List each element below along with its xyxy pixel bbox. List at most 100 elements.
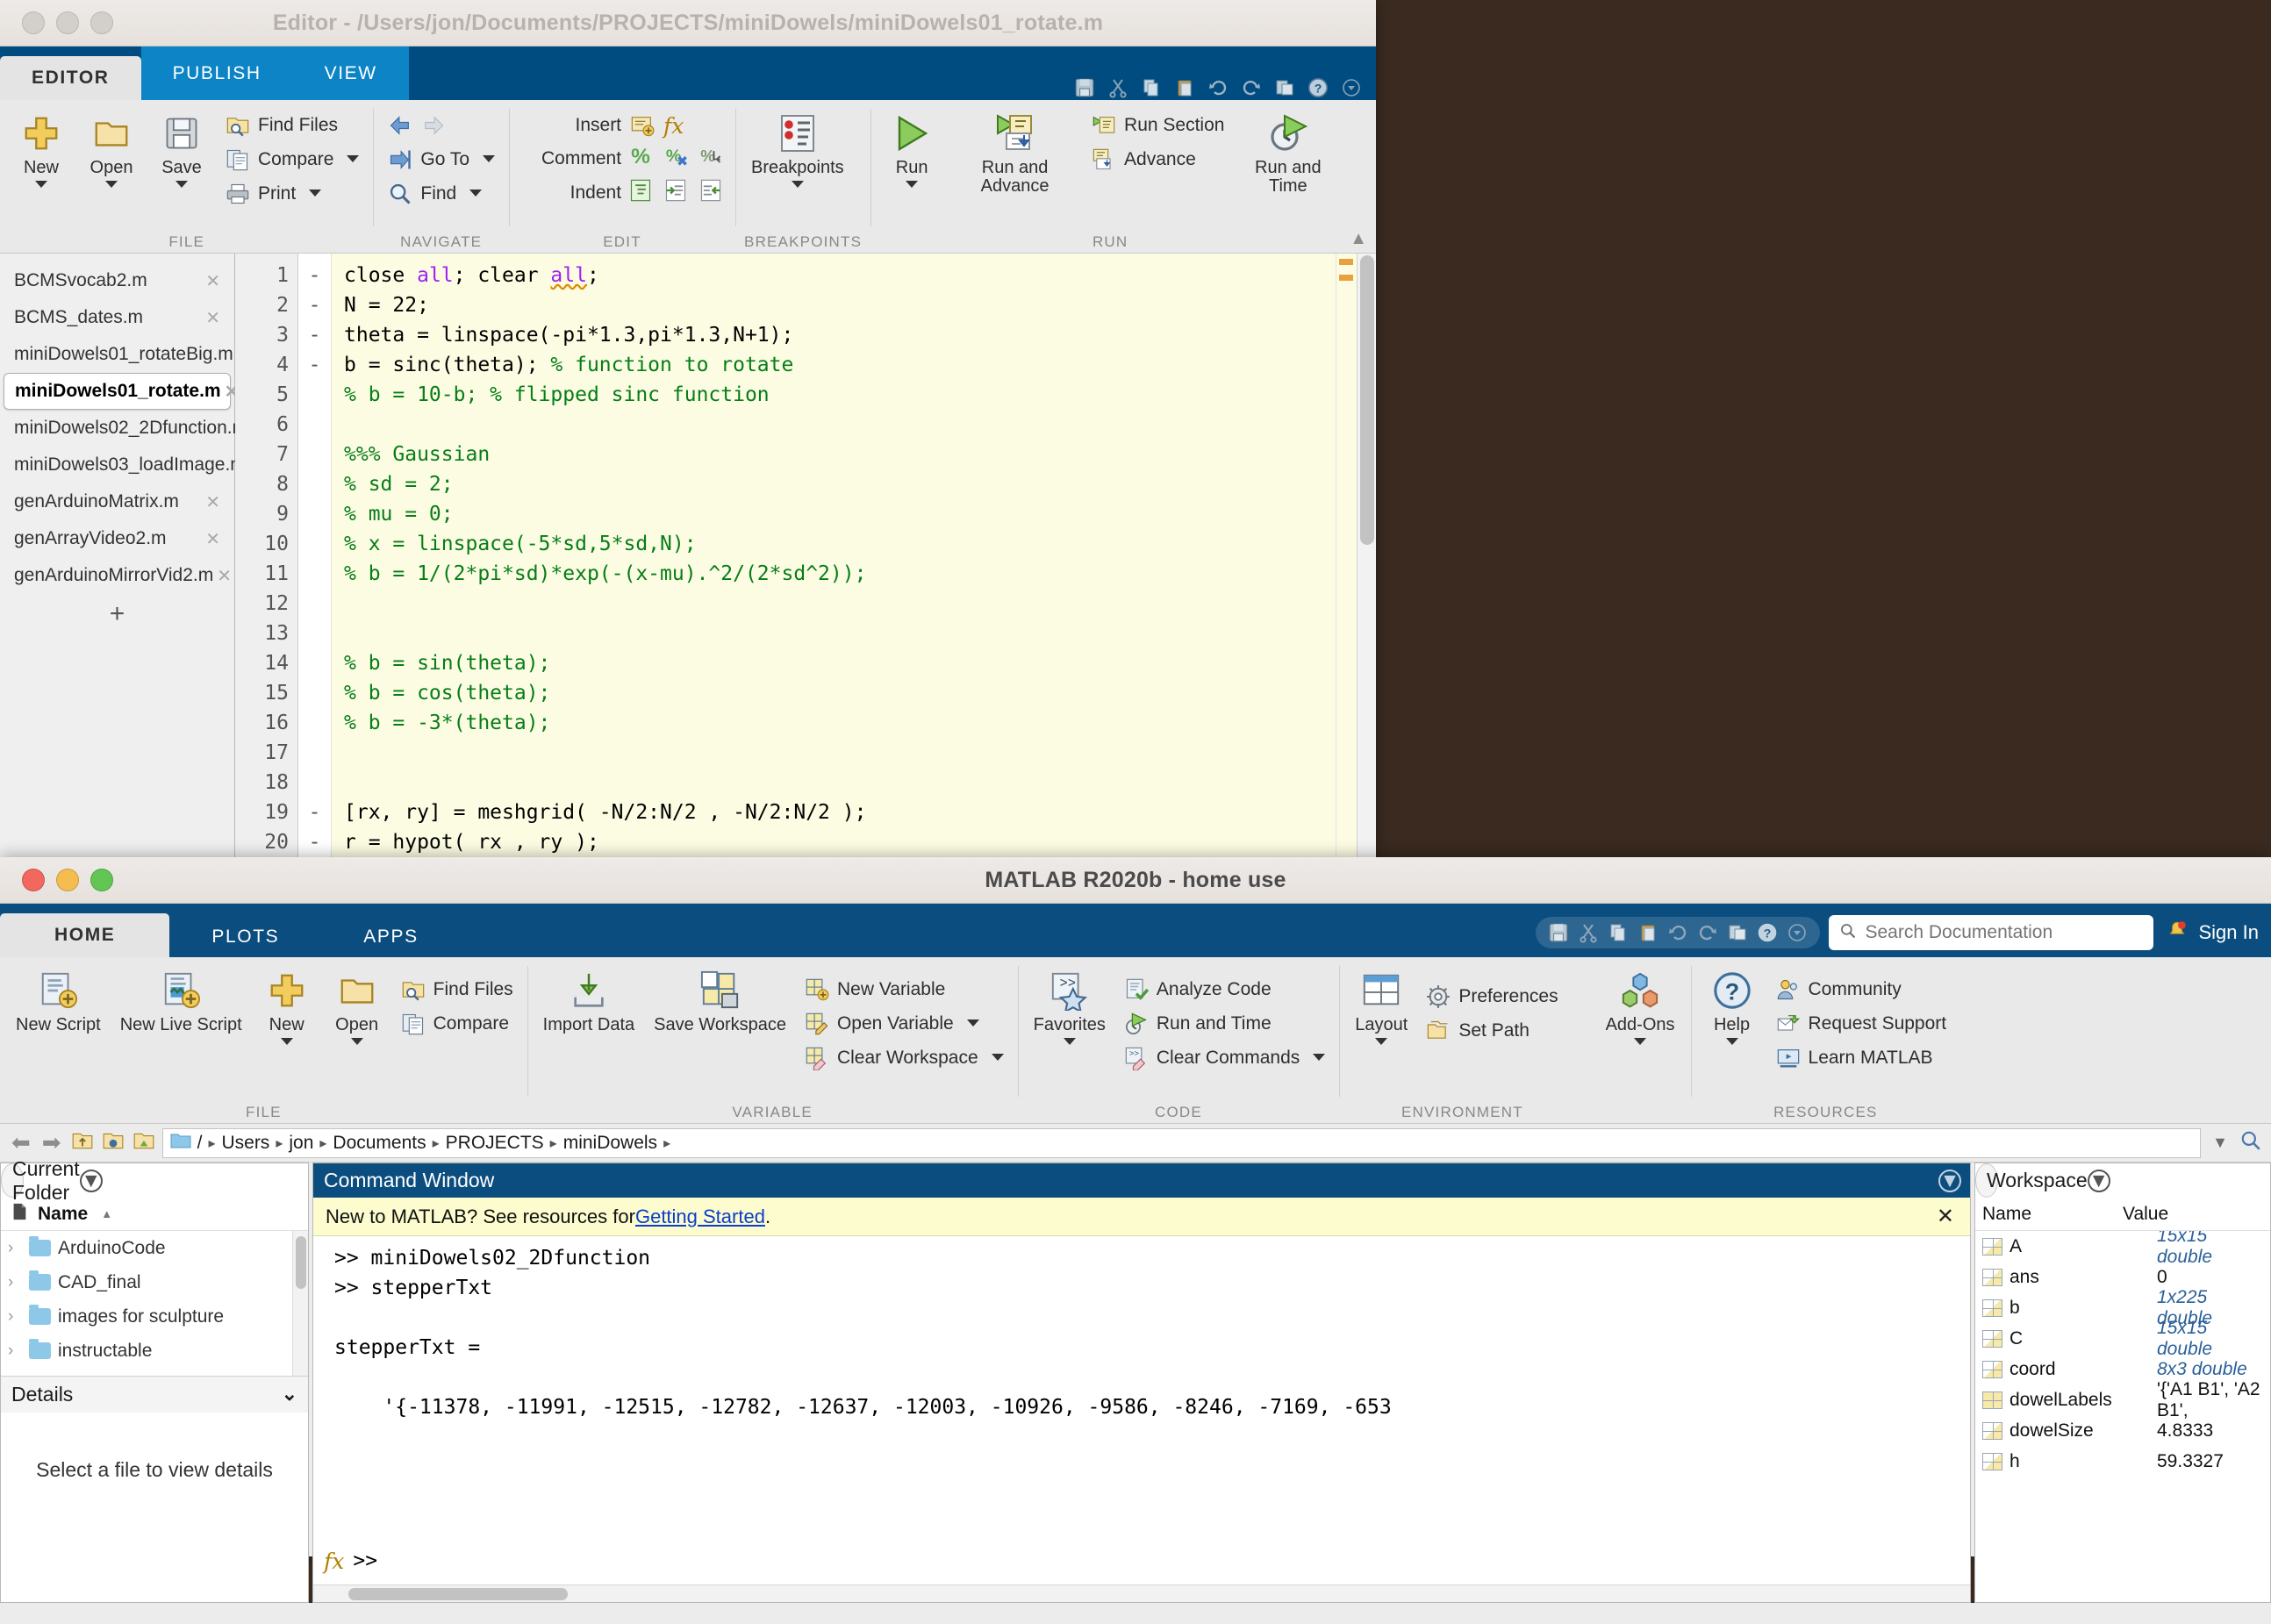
folder-tree-item[interactable]: ›images for sculpture — [1, 1299, 308, 1334]
save-workspace-button[interactable]: Save Workspace — [647, 964, 793, 1034]
chevron-down-icon[interactable] — [1313, 1054, 1325, 1061]
find-files-button[interactable]: Find Files — [219, 111, 364, 140]
details-header[interactable]: Details ⌄ — [1, 1376, 308, 1413]
back-arrow-icon[interactable]: ⬅ — [9, 1129, 33, 1156]
breadcrumb-segment[interactable]: PROJECTS — [446, 1133, 544, 1154]
current-folder-column-header[interactable]: Name ▲ — [1, 1198, 308, 1231]
code-vertical-scrollbar[interactable] — [1357, 254, 1376, 876]
panel-options-icon[interactable]: ▼ — [80, 1170, 103, 1192]
file-tab-genarduinomatrix-m[interactable]: genArduinoMatrix.m✕ — [0, 483, 234, 520]
close-icon[interactable]: ✕ — [213, 565, 235, 587]
tab-editor[interactable]: EDITOR — [0, 56, 141, 100]
breakpoint-marker[interactable] — [298, 738, 331, 768]
code-text-area[interactable]: close all; clear all;N = 22;theta = lins… — [332, 254, 1376, 876]
command-window-horizontal-scrollbar[interactable] — [313, 1585, 1970, 1602]
chevron-down-icon[interactable] — [347, 155, 359, 162]
close-icon[interactable]: ✕ — [202, 491, 224, 513]
search-documentation-field[interactable] — [1829, 915, 2153, 950]
run-and-advance-button[interactable]: Run and Advance — [949, 107, 1080, 196]
code-pane[interactable]: 1234567891011121314151617181920 ------ c… — [235, 254, 1376, 876]
close-icon[interactable]: ✕ — [202, 528, 224, 550]
tab-apps[interactable]: APPS — [321, 917, 460, 957]
fx-function-icon[interactable]: fx — [324, 1549, 344, 1574]
command-window-output[interactable]: >> miniDowels02_2Dfunction>> stepperTxt … — [313, 1236, 1970, 1602]
paste-icon[interactable] — [1172, 75, 1197, 100]
chevron-down-icon[interactable] — [1064, 1038, 1076, 1045]
tab-view[interactable]: VIEW — [293, 47, 409, 100]
chevron-right-icon[interactable]: › — [8, 1307, 22, 1327]
column-header-name[interactable]: Name — [38, 1204, 88, 1225]
breakpoint-marker[interactable] — [298, 708, 331, 738]
help-icon[interactable]: ? — [1306, 75, 1330, 100]
indent-left-icon[interactable] — [698, 178, 727, 207]
chevron-down-icon[interactable] — [967, 1019, 979, 1027]
breakpoint-marker[interactable] — [298, 648, 331, 678]
chevron-down-icon[interactable] — [1726, 1038, 1738, 1045]
breadcrumb-segment[interactable]: Documents — [333, 1133, 426, 1154]
save-icon[interactable] — [1072, 75, 1097, 100]
run-and-time-button[interactable]: Run and Time — [1118, 1009, 1330, 1039]
workspace-variable-row[interactable]: h59.3327 — [1975, 1446, 2270, 1477]
workspace-variable-row[interactable]: dowelLabels'{'A1 B1', 'A2 B1', — [1975, 1384, 2270, 1415]
comment-percent-icon[interactable]: % — [628, 144, 656, 173]
chevron-down-icon[interactable] — [35, 181, 47, 188]
indent-right-icon[interactable] — [663, 178, 691, 207]
chevron-down-icon[interactable] — [483, 155, 495, 162]
new-window-icon[interactable] — [1725, 920, 1750, 945]
chevron-down-icon[interactable] — [906, 181, 918, 188]
run-button[interactable]: Run — [879, 107, 944, 188]
breakpoint-marker[interactable] — [298, 469, 331, 499]
workspace-variable-list[interactable]: A15x15 doubleans0b1x225 doubleC15x15 dou… — [1975, 1231, 2270, 1602]
preferences-button[interactable]: Preferences — [1420, 982, 1563, 1012]
forward-arrow-icon[interactable]: ➡ — [39, 1129, 64, 1156]
advance-button[interactable]: Advance — [1085, 145, 1229, 175]
chevron-right-icon[interactable]: › — [8, 1341, 22, 1361]
chevron-right-icon[interactable]: › — [8, 1239, 22, 1258]
print-button[interactable]: Print — [219, 179, 364, 209]
close-icon[interactable]: ✕ — [202, 307, 224, 329]
save-button[interactable]: Save — [149, 107, 214, 188]
breakpoint-marker[interactable]: - — [298, 350, 331, 380]
chevron-down-icon[interactable] — [351, 1038, 363, 1045]
breakpoint-marker[interactable] — [298, 529, 331, 559]
breakpoint-marker[interactable] — [298, 678, 331, 708]
tab-home[interactable]: HOME — [0, 913, 169, 957]
browse-folder-icon[interactable] — [101, 1129, 125, 1156]
close-icon[interactable]: ✕ — [1933, 1204, 1958, 1229]
getting-started-link[interactable]: Getting Started — [635, 1205, 765, 1228]
chevron-right-icon[interactable]: › — [8, 1273, 22, 1292]
new-window-icon[interactable] — [1272, 75, 1297, 100]
compare-button[interactable]: Compare — [219, 145, 364, 175]
file-tab-minidowels01-rotatebig-m[interactable]: miniDowels01_rotateBig.m✕ — [0, 336, 234, 373]
add-file-tab-button[interactable]: + — [0, 594, 234, 629]
workspace-variable-row[interactable]: A15x15 double — [1975, 1231, 2270, 1262]
breakpoint-marker[interactable] — [298, 619, 331, 648]
breakpoint-marker[interactable] — [298, 410, 331, 440]
breakpoint-marker[interactable] — [298, 440, 331, 469]
compare-button[interactable]: Compare — [395, 1009, 519, 1039]
fx-function-icon[interactable]: fx — [663, 113, 693, 139]
breakpoint-marker[interactable] — [298, 380, 331, 410]
column-header-name[interactable]: Name — [1982, 1204, 2123, 1225]
breakpoint-marker[interactable]: - — [298, 290, 331, 320]
file-tab-minidowels02-2dfunction-m[interactable]: miniDowels02_2Dfunction.m✕ — [0, 410, 234, 447]
clear-commands-button[interactable]: >> Clear Commands — [1118, 1043, 1330, 1073]
find-button[interactable]: Find — [382, 179, 500, 209]
new-script-button[interactable]: New Script — [9, 964, 108, 1034]
panel-options-icon[interactable]: ▼ — [2088, 1170, 2110, 1192]
file-tab-minidowels03-loadimage-m[interactable]: miniDowels03_loadImage.m✕ — [0, 447, 234, 483]
copy-icon[interactable] — [1606, 920, 1630, 945]
analyze-code-button[interactable]: Analyze Code — [1118, 975, 1330, 1005]
panel-options-icon[interactable]: ▼ — [1938, 1170, 1961, 1192]
search-input[interactable] — [1864, 921, 2143, 944]
run-section-button[interactable]: Run Section — [1085, 111, 1229, 140]
workspace-column-header[interactable]: Name Value — [1975, 1198, 2270, 1231]
breakpoint-marker[interactable] — [298, 499, 331, 529]
search-icon[interactable] — [2239, 1129, 2262, 1156]
breadcrumb-root[interactable]: / — [197, 1133, 203, 1154]
run-and-time-button[interactable]: Run and Time — [1235, 107, 1341, 196]
chevron-down-icon[interactable] — [992, 1054, 1004, 1061]
breakpoint-marker[interactable]: - — [298, 798, 331, 827]
breakpoint-marker[interactable]: - — [298, 827, 331, 857]
file-tab-genarduinomirrorvid2-m[interactable]: genArduinoMirrorVid2.m✕ — [0, 557, 234, 594]
